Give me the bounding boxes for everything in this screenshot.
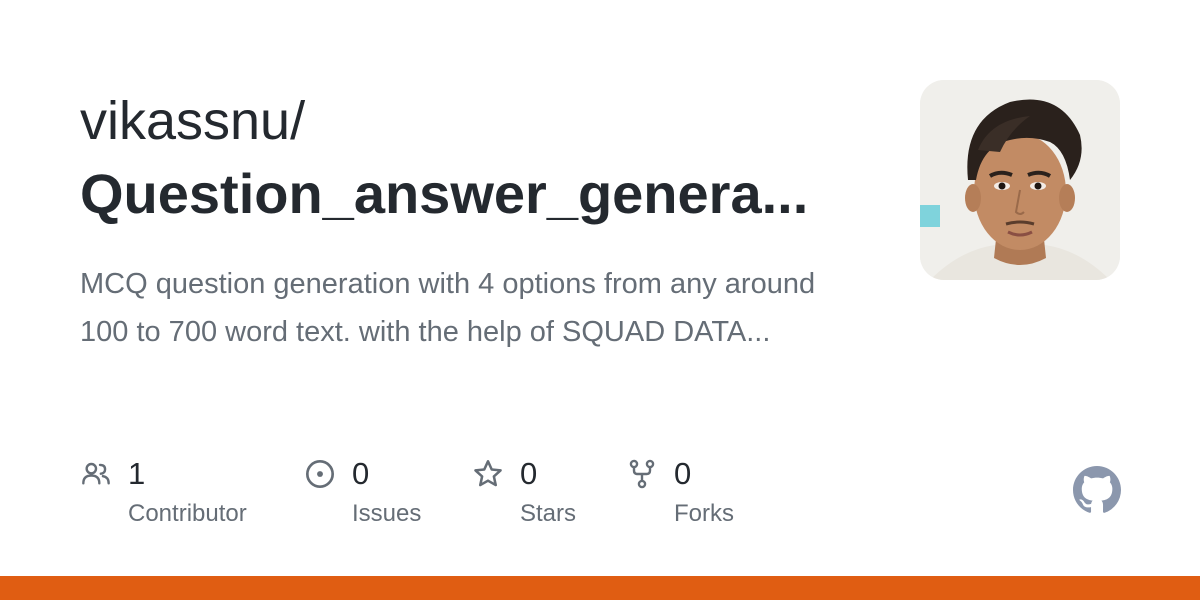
contributors-count: 1 xyxy=(128,456,146,491)
stat-forks[interactable]: 0 Forks xyxy=(626,452,776,542)
stars-count: 0 xyxy=(520,456,538,491)
issue-icon xyxy=(306,460,334,488)
repo-name[interactable]: Question_answer_genera... xyxy=(80,158,840,230)
forks-label: Forks xyxy=(674,500,734,527)
issues-label: Issues xyxy=(352,500,422,527)
stars-label: Stars xyxy=(520,500,577,527)
people-icon xyxy=(82,462,110,485)
language-bar xyxy=(0,576,1200,600)
stat-issues[interactable]: 0 Issues xyxy=(304,452,454,542)
repo-owner[interactable]: vikassnu/ xyxy=(80,88,305,154)
issues-count: 0 xyxy=(352,456,370,491)
stat-stars[interactable]: 0 Stars xyxy=(472,452,612,542)
github-logo-icon[interactable] xyxy=(1073,466,1121,514)
stat-contributors[interactable]: 1 Contributor xyxy=(80,452,280,542)
star-icon xyxy=(474,460,502,487)
owner-avatar[interactable] xyxy=(920,80,1120,280)
forks-count: 0 xyxy=(674,456,692,491)
fork-icon xyxy=(629,459,655,489)
repo-social-card: vikassnu/ Question_answer_genera... MCQ … xyxy=(0,0,1200,600)
contributors-label: Contributor xyxy=(128,500,247,527)
repo-description: MCQ question generation with 4 options f… xyxy=(80,268,816,348)
